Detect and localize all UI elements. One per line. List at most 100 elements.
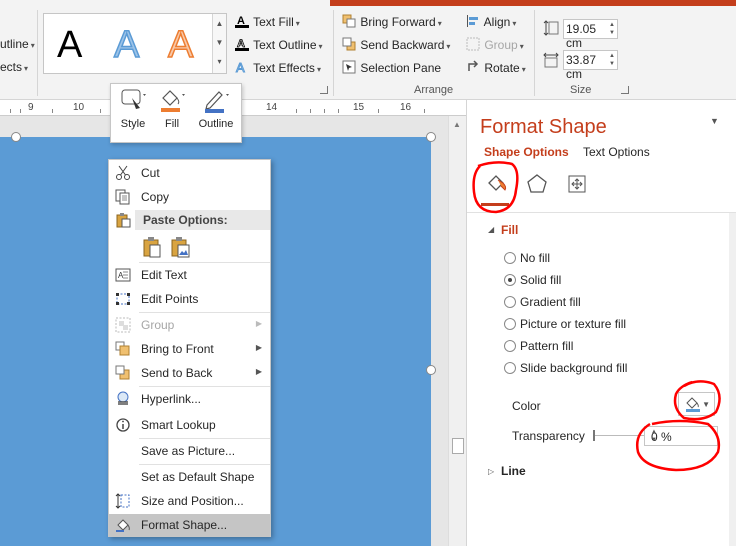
effects-pentagon-icon[interactable]	[524, 172, 550, 196]
size-dialog-launcher-icon[interactable]	[621, 86, 629, 94]
pane-options-icon[interactable]: ▼	[710, 116, 719, 126]
selection-pane-button[interactable]: Selection Pane	[342, 60, 441, 75]
menu-item-hyperlink[interactable]: Hyperlink...	[109, 388, 270, 410]
wordart-styles-gallery[interactable]: A A A ▲ ▼ ▾	[43, 13, 227, 74]
fill-line-icon[interactable]	[484, 172, 510, 196]
radio-label: Slide background fill	[520, 361, 628, 375]
transparency-field[interactable]: 0 % ▲ ▼	[644, 426, 718, 446]
text-outline-button[interactable]: A Text Outline ▾	[234, 37, 323, 52]
format-shape-pane: Format Shape ▼ Shape Options Text Option…	[466, 100, 736, 546]
shape-width-field[interactable]: 33.87 cm ▲ ▼	[563, 50, 618, 81]
size-properties-icon[interactable]	[564, 172, 590, 196]
text-fill-button[interactable]: A Text Fill ▾	[234, 14, 300, 29]
rotate-button[interactable]: Rotate ▾	[466, 60, 526, 75]
text-effects-button[interactable]: A Text Effects ▾	[234, 60, 321, 76]
gallery-up-icon[interactable]: ▲	[213, 14, 226, 33]
shape-outline-truncated[interactable]: utline ▾	[0, 37, 35, 51]
radio-button[interactable]	[504, 362, 516, 374]
submenu-arrow-icon: ▶	[255, 319, 262, 328]
paint-bucket-icon	[161, 90, 185, 112]
menu-item-label: Set as Default Shape	[141, 470, 255, 484]
menu-separator	[139, 312, 270, 313]
collapse-triangle-icon[interactable]: ◢	[488, 225, 494, 234]
radio-button[interactable]	[504, 296, 516, 308]
menu-item-label: Edit Text	[141, 268, 187, 282]
text-fill-label: Text Fill	[253, 15, 294, 29]
shape-effects-truncated[interactable]: ects ▾	[0, 60, 28, 74]
shape-height-icon	[543, 20, 559, 36]
menu-item-save-as-picture[interactable]: Save as Picture...	[109, 440, 270, 462]
menu-item-format-shape[interactable]: Format Shape...	[109, 514, 270, 536]
wordart-style-orange[interactable]: A	[167, 23, 194, 67]
menu-item-label: Save as Picture...	[141, 444, 236, 458]
ruler-tick	[378, 109, 379, 113]
radio-label: No fill	[520, 251, 551, 265]
menu-item-set-default-shape[interactable]: Set as Default Shape	[109, 466, 270, 488]
mini-toolbar: Style Fill Outline	[110, 83, 242, 143]
menu-item-copy[interactable]: Copy	[109, 186, 270, 208]
chevron-down-icon: ▾	[295, 19, 300, 28]
smart-lookup-icon	[116, 418, 130, 432]
mini-fill-button[interactable]: Fill	[157, 88, 187, 130]
expand-triangle-icon[interactable]: ▷	[488, 467, 494, 476]
resize-handle-right[interactable]	[426, 365, 436, 375]
transparency-slider-thumb[interactable]	[593, 430, 595, 441]
tab-text-options[interactable]: Text Options	[583, 145, 650, 159]
paste-as-picture-icon[interactable]	[169, 236, 191, 258]
menu-item-label: Size and Position...	[141, 494, 244, 508]
radio-button[interactable]	[504, 252, 516, 264]
spinner-icon[interactable]: ▲ ▼	[651, 428, 714, 444]
pane-title: Format Shape	[480, 116, 607, 138]
shape-effects-truncated-label: ects	[0, 60, 23, 74]
ruler-tick	[296, 109, 297, 113]
align-button[interactable]: Align ▾	[466, 14, 516, 29]
bring-forward-button[interactable]: Bring Forward ▾	[342, 14, 442, 29]
shape-width-value: 33.87 cm	[566, 53, 597, 81]
menu-item-smart-lookup[interactable]: Smart Lookup	[109, 414, 270, 436]
menu-item-size-and-position[interactable]: Size and Position...	[109, 490, 270, 512]
shape-height-field[interactable]: 19.05 cm ▲ ▼	[563, 19, 618, 50]
wordart-dialog-launcher-icon[interactable]	[320, 86, 328, 94]
resize-handle-top-left[interactable]	[11, 132, 21, 142]
gallery-down-icon[interactable]: ▼	[213, 33, 226, 52]
paste-options-label: Paste Options:	[143, 213, 228, 227]
color-label: Color	[512, 399, 541, 413]
menu-item-group[interactable]: Group ▶	[109, 314, 270, 336]
menu-item-cut[interactable]: Cut	[109, 162, 270, 184]
gallery-scroll[interactable]: ▲ ▼ ▾	[212, 14, 226, 73]
ruler-tick	[424, 109, 425, 113]
menu-item-label: Smart Lookup	[141, 418, 216, 432]
transparency-slider-track[interactable]	[594, 435, 644, 436]
radio-button[interactable]	[504, 318, 516, 330]
send-backward-button[interactable]: Send Backward ▾	[342, 37, 450, 52]
radio-button[interactable]	[504, 340, 516, 352]
fill-section-header[interactable]: Fill	[501, 223, 518, 237]
mini-outline-button[interactable]: Outline	[195, 88, 237, 130]
tab-shape-options[interactable]: Shape Options	[484, 145, 569, 159]
line-section-header[interactable]: Line	[501, 464, 526, 478]
menu-item-edit-text[interactable]: A Edit Text	[109, 264, 270, 286]
mini-style-button[interactable]: Style	[117, 88, 149, 130]
resize-handle-top-right[interactable]	[426, 132, 436, 142]
radio-label: Gradient fill	[520, 295, 581, 309]
pane-scrollbar[interactable]	[729, 213, 736, 546]
gallery-more-icon[interactable]: ▾	[213, 52, 226, 71]
scroll-thumb[interactable]	[452, 438, 464, 454]
selection-pane-label: Selection Pane	[360, 61, 442, 75]
group-button[interactable]: Group ▾	[466, 37, 524, 52]
paste-keep-formatting-icon[interactable]	[141, 236, 163, 258]
scroll-up-icon[interactable]: ▲	[453, 120, 461, 129]
menu-item-edit-points[interactable]: Edit Points	[109, 288, 270, 310]
vertical-scrollbar[interactable]: ▲	[448, 116, 466, 546]
wordart-style-blue[interactable]: A	[113, 23, 140, 67]
shape-width-icon	[543, 52, 559, 68]
spinner-icon[interactable]: ▲ ▼	[609, 21, 615, 37]
menu-item-send-to-back[interactable]: Send to Back ▶	[109, 362, 270, 384]
align-label: Align	[483, 15, 511, 29]
radio-button-selected[interactable]	[504, 274, 516, 286]
fill-color-picker[interactable]: ▼	[678, 392, 715, 416]
menu-item-bring-to-front[interactable]: Bring to Front ▶	[109, 338, 270, 360]
spinner-icon[interactable]: ▲ ▼	[609, 52, 615, 68]
shape-outline-truncated-label: utline	[0, 37, 29, 51]
wordart-style-black[interactable]: A	[57, 24, 82, 67]
